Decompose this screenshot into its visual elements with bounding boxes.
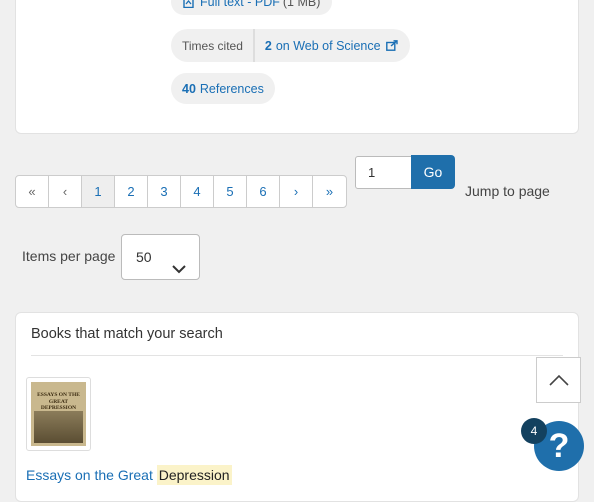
next-page-button[interactable]: ›	[280, 176, 313, 207]
books-heading: Books that match your search	[31, 326, 223, 342]
book-cover-title: ESSAYS ON THE GREAT DEPRESSION	[37, 392, 80, 411]
page-5-button[interactable]: 5	[214, 176, 247, 207]
times-cited-pill: Times cited 2 on Web of Science	[171, 29, 410, 62]
references-link[interactable]: 40 References	[171, 73, 275, 104]
book-cover-photo	[34, 411, 83, 443]
times-cited-count: 2	[264, 38, 272, 53]
fulltext-size: (1 MB)	[282, 0, 321, 9]
back-to-top-button[interactable]	[536, 357, 581, 403]
book-title-highlight: Depression	[156, 465, 232, 485]
references-label: References	[199, 81, 264, 96]
prev-page-button[interactable]: ‹	[49, 176, 82, 207]
chevron-up-icon	[548, 374, 569, 386]
fulltext-label: Full text - PDF	[200, 0, 280, 9]
divider	[31, 355, 563, 356]
web-of-science-link[interactable]: 2 on Web of Science	[255, 39, 410, 53]
page-4-button[interactable]: 4	[181, 176, 214, 207]
page-2-button[interactable]: 2	[115, 176, 148, 207]
last-page-button[interactable]: »	[313, 176, 346, 207]
books-section: Books that match your search ESSAYS ON T…	[15, 312, 579, 502]
help-notification-badge: 4	[521, 418, 547, 444]
go-button[interactable]: Go	[411, 155, 455, 189]
items-per-page-select[interactable]: 50	[121, 234, 200, 280]
pdf-icon	[183, 0, 194, 8]
chevron-down-icon	[171, 250, 187, 274]
page-number-input[interactable]: 1	[355, 156, 412, 189]
references-count: 40	[182, 81, 196, 96]
items-per-page-label: Items per page	[22, 248, 116, 264]
jump-to-page-label: Jump to page	[465, 183, 550, 199]
items-per-page-value: 50	[136, 249, 152, 265]
search-result-card: Full text - PDF (1 MB) Times cited 2 on …	[15, 0, 579, 134]
page-6-button[interactable]: 6	[247, 176, 280, 207]
external-link-icon	[385, 40, 398, 51]
page-3-button[interactable]: 3	[148, 176, 181, 207]
page-1-button[interactable]: 1	[82, 176, 115, 207]
pagination: « ‹ 1 2 3 4 5 6 › »	[15, 175, 347, 208]
book-cover-thumbnail[interactable]: ESSAYS ON THE GREAT DEPRESSION	[26, 377, 91, 451]
fulltext-pdf-link[interactable]: Full text - PDF (1 MB)	[171, 0, 333, 15]
first-page-button[interactable]: «	[16, 176, 49, 207]
book-cover-image: ESSAYS ON THE GREAT DEPRESSION	[31, 382, 86, 446]
times-cited-source: on Web of Science	[275, 38, 381, 53]
times-cited-label: Times cited	[182, 29, 255, 62]
